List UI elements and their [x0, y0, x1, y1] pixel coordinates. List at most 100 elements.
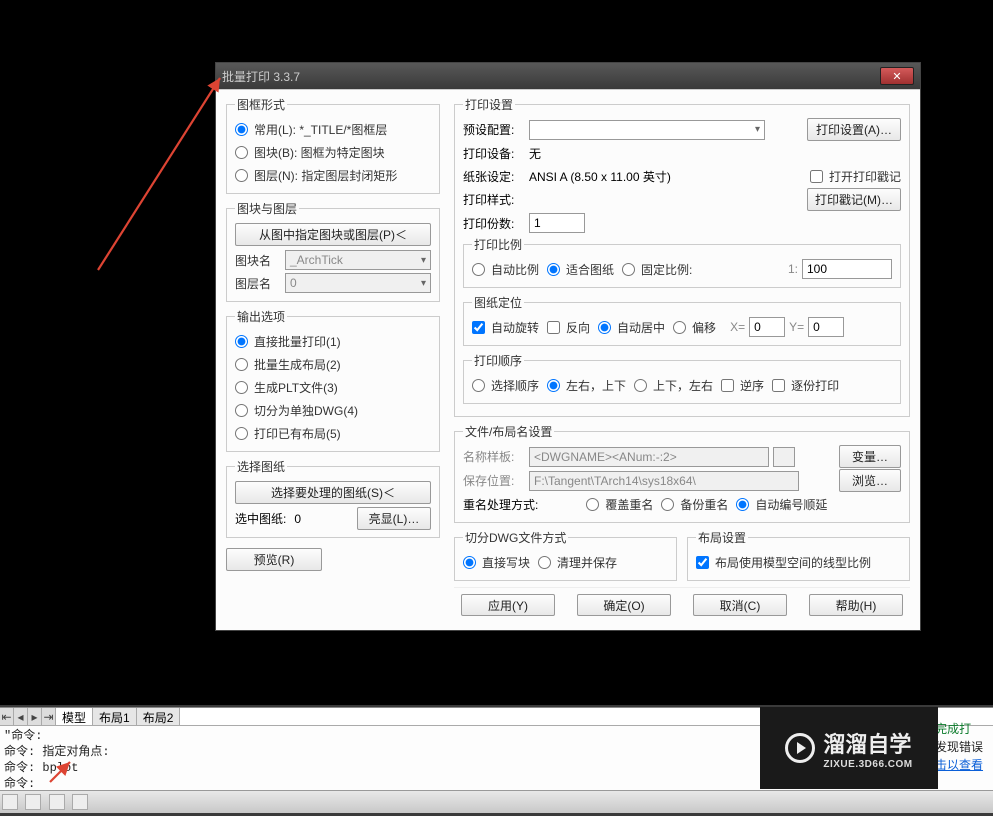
stamp-label[interactable]: 打开打印戳记	[829, 168, 901, 185]
order-ud-label[interactable]: 上下，左右	[653, 377, 713, 394]
scale-fixed-label[interactable]: 固定比例:	[641, 261, 692, 278]
output-plt-radio[interactable]	[235, 381, 248, 394]
tab-prev-icon[interactable]: ◂	[14, 708, 28, 725]
frame-layer-label[interactable]: 图层(N): 指定图层封闭矩形	[254, 167, 397, 184]
frame-common-radio[interactable]	[235, 123, 248, 136]
output-layouts-radio[interactable]	[235, 358, 248, 371]
autorotate-label[interactable]: 自动旋转	[491, 319, 539, 336]
order-sel-radio[interactable]	[472, 379, 485, 392]
output-existing-radio[interactable]	[235, 427, 248, 440]
output-layouts-label[interactable]: 批量生成布局(2)	[254, 356, 341, 373]
layout-settings-legend: 布局设置	[696, 529, 748, 546]
dup-over-label[interactable]: 覆盖重名	[605, 496, 653, 513]
output-plt-label[interactable]: 生成PLT文件(3)	[254, 379, 338, 396]
frame-common-label[interactable]: 常用(L): *_TITLE/*图框层	[254, 121, 387, 138]
order-lr-label[interactable]: 左右，上下	[566, 377, 626, 394]
scale-fit-radio[interactable]	[547, 263, 560, 276]
center-radio[interactable]	[598, 321, 611, 334]
device-label: 打印设备:	[463, 145, 525, 162]
frame-block-radio[interactable]	[235, 146, 248, 159]
preview-button[interactable]: 预览(R)	[226, 548, 322, 571]
order-lr-radio[interactable]	[547, 379, 560, 392]
block-name-select[interactable]: _ArchTick▾	[285, 250, 431, 270]
split-clean-radio[interactable]	[538, 556, 551, 569]
highlight-button[interactable]: 亮显(L)…	[357, 507, 431, 530]
dup-auto-radio[interactable]	[736, 498, 749, 511]
dup-bak-label[interactable]: 备份重名	[680, 496, 728, 513]
model-linetype-checkbox[interactable]	[696, 556, 709, 569]
status-done: 完成打	[935, 722, 971, 736]
order-each-checkbox[interactable]	[772, 379, 785, 392]
offset-label[interactable]: 偏移	[692, 319, 716, 336]
orientation-legend: 图纸定位	[472, 294, 524, 311]
print-settings-button[interactable]: 打印设置(A)…	[807, 118, 901, 141]
output-direct-radio[interactable]	[235, 335, 248, 348]
status-cell[interactable]	[72, 794, 88, 810]
split-clean-label[interactable]: 清理并保存	[557, 554, 617, 571]
template-input	[529, 447, 769, 467]
apply-button[interactable]: 应用(Y)	[461, 594, 555, 616]
output-existing-label[interactable]: 打印已有布局(5)	[254, 425, 341, 442]
scale-auto-radio[interactable]	[472, 263, 485, 276]
orientation-group: 图纸定位 自动旋转 反向 自动居中 偏移 X= Y=	[463, 294, 901, 346]
tab-last-icon[interactable]: ⇥	[42, 708, 56, 725]
stamp-button[interactable]: 打印戳记(M)…	[807, 188, 901, 211]
order-each-label[interactable]: 逐份打印	[791, 377, 839, 394]
print-scale-legend: 打印比例	[472, 236, 524, 253]
output-splitdwg-radio[interactable]	[235, 404, 248, 417]
template-preview-input	[773, 447, 795, 467]
reverse-label[interactable]: 反向	[566, 319, 590, 336]
reverse-checkbox[interactable]	[547, 321, 560, 334]
variables-button[interactable]: 变量…	[839, 445, 901, 468]
scale-ratio-input[interactable]	[802, 259, 892, 279]
order-sel-label[interactable]: 选择顺序	[491, 377, 539, 394]
order-rev-checkbox[interactable]	[721, 379, 734, 392]
split-direct-radio[interactable]	[463, 556, 476, 569]
center-label[interactable]: 自动居中	[617, 319, 665, 336]
browse-button[interactable]: 浏览…	[839, 469, 901, 492]
status-cell[interactable]	[25, 794, 41, 810]
frame-block-label[interactable]: 图块(B): 图框为特定图块	[254, 144, 385, 161]
order-ud-radio[interactable]	[634, 379, 647, 392]
scale-fixed-radio[interactable]	[622, 263, 635, 276]
stamp-checkbox[interactable]	[810, 170, 823, 183]
print-settings-legend: 打印设置	[463, 96, 515, 113]
status-cell[interactable]	[2, 794, 18, 810]
layer-name-select[interactable]: 0▾	[285, 273, 431, 293]
offset-x-input[interactable]	[749, 317, 785, 337]
output-splitdwg-label[interactable]: 切分为单独DWG(4)	[254, 402, 358, 419]
copies-input[interactable]	[529, 213, 585, 233]
order-rev-label[interactable]: 逆序	[740, 377, 764, 394]
dup-over-radio[interactable]	[586, 498, 599, 511]
output-direct-label[interactable]: 直接批量打印(1)	[254, 333, 341, 350]
split-direct-label[interactable]: 直接写块	[482, 554, 530, 571]
cancel-button[interactable]: 取消(C)	[693, 594, 787, 616]
tab-first-icon[interactable]: ⇤	[0, 708, 14, 725]
scale-auto-label[interactable]: 自动比例	[491, 261, 539, 278]
model-linetype-label[interactable]: 布局使用模型空间的线型比例	[715, 554, 871, 571]
tab-layout1[interactable]: 布局1	[93, 708, 137, 725]
offset-radio[interactable]	[673, 321, 686, 334]
dup-bak-radio[interactable]	[661, 498, 674, 511]
select-drawings-button[interactable]: 选择要处理的图纸(S)＜	[235, 481, 431, 504]
frame-layer-radio[interactable]	[235, 169, 248, 182]
pick-from-drawing-button[interactable]: 从图中指定图块或图层(P)＜	[235, 223, 431, 246]
status-cell[interactable]	[49, 794, 65, 810]
close-button[interactable]: ✕	[880, 67, 914, 85]
block-layer-group: 图块与图层 从图中指定图块或图层(P)＜ 图块名 _ArchTick▾ 图层名 …	[226, 200, 440, 302]
tab-model[interactable]: 模型	[56, 708, 93, 725]
preset-select[interactable]: ▾	[529, 120, 765, 140]
output-options-group: 输出选项 直接批量打印(1) 批量生成布局(2) 生成PLT文件(3) 切分为单…	[226, 308, 440, 452]
watermark-brand: 溜溜自学	[823, 727, 912, 759]
dup-auto-label[interactable]: 自动编号顺延	[755, 496, 827, 513]
ok-button[interactable]: 确定(O)	[577, 594, 671, 616]
autorotate-checkbox[interactable]	[472, 321, 485, 334]
output-options-legend: 输出选项	[235, 308, 287, 325]
scale-fit-label[interactable]: 适合图纸	[566, 261, 614, 278]
offset-y-input[interactable]	[808, 317, 844, 337]
selected-count-value: 0	[294, 512, 301, 526]
dialog-titlebar[interactable]: 批量打印 3.3.7 ✕	[216, 63, 920, 89]
help-button[interactable]: 帮助(H)	[809, 594, 903, 616]
tab-next-icon[interactable]: ▸	[28, 708, 42, 725]
tab-layout2[interactable]: 布局2	[137, 708, 181, 725]
